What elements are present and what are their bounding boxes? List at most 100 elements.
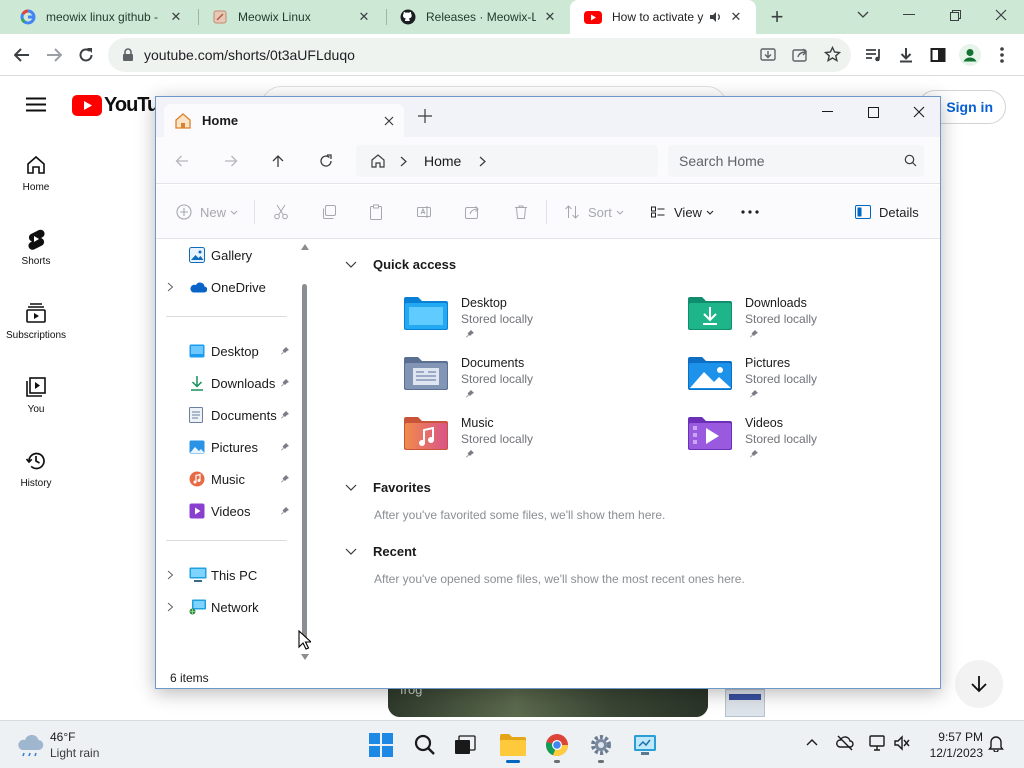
quick-access-item[interactable]: Desktop Stored locally [404, 296, 654, 352]
quick-access-header[interactable]: Quick access [345, 257, 456, 272]
view-button[interactable]: View [650, 200, 714, 224]
yt-side-you[interactable]: You [0, 376, 72, 415]
chevron-up-icon[interactable] [806, 738, 818, 746]
quick-access-item[interactable]: Pictures Stored locally [688, 356, 938, 412]
chevron-right-icon[interactable] [167, 570, 174, 580]
file-explorer-taskbar-button[interactable] [497, 729, 529, 763]
quick-access-item[interactable]: Music Stored locally [404, 416, 654, 472]
task-view-button[interactable] [449, 729, 481, 761]
quick-access-item[interactable]: Downloads Stored locally [688, 296, 938, 352]
nav-videos[interactable]: Videos [156, 498, 298, 524]
address-breadcrumb[interactable]: Home [356, 145, 658, 177]
hamburger-menu-icon[interactable] [26, 97, 46, 112]
display-icon[interactable] [869, 734, 887, 752]
settings-taskbar-button[interactable] [585, 729, 617, 763]
forward-arrow-icon[interactable] [219, 149, 243, 173]
nav-pictures[interactable]: Pictures [156, 434, 298, 460]
close-tab-icon[interactable] [374, 116, 404, 126]
video-thumbnail[interactable]: frog [388, 686, 708, 717]
search-button[interactable] [409, 729, 441, 761]
media-controls-icon[interactable] [858, 39, 890, 71]
nav-scrollbar[interactable] [301, 240, 309, 667]
delete-icon[interactable] [513, 200, 529, 224]
breadcrumb-home[interactable]: Home [424, 153, 461, 169]
nav-downloads[interactable]: Downloads [156, 370, 298, 396]
browser-menu-icon[interactable] [986, 39, 1018, 71]
download-icon[interactable] [890, 39, 922, 71]
pin-icon[interactable] [280, 506, 290, 516]
control-panel-taskbar-button[interactable] [629, 729, 661, 761]
minimize-icon[interactable] [886, 0, 932, 30]
more-options-icon[interactable] [741, 200, 759, 224]
nav-documents[interactable]: Documents [156, 402, 298, 428]
pin-icon[interactable] [280, 410, 290, 420]
pin-icon[interactable] [280, 378, 290, 388]
refresh-icon[interactable] [314, 149, 338, 173]
install-icon[interactable] [760, 47, 776, 63]
sort-button[interactable]: Sort [564, 200, 624, 224]
nav-gallery[interactable]: Gallery [156, 242, 298, 268]
scroll-up-icon[interactable] [301, 244, 309, 250]
yt-side-shorts[interactable]: Shorts [0, 228, 72, 267]
nav-this-pc[interactable]: This PC [156, 562, 298, 588]
next-video-button[interactable] [955, 660, 1003, 708]
nav-network[interactable]: Network [156, 594, 298, 620]
close-window-icon[interactable] [978, 0, 1024, 30]
scroll-thumb[interactable] [302, 284, 307, 644]
weather-widget[interactable]: 46°F Light rain [14, 729, 99, 761]
cut-icon[interactable] [273, 200, 289, 224]
back-arrow-icon[interactable] [6, 39, 38, 71]
yt-side-subscriptions[interactable]: Subscriptions [0, 302, 72, 341]
share-icon[interactable] [464, 200, 480, 224]
recent-header[interactable]: Recent [345, 544, 416, 559]
clock[interactable]: 9:57 PM 12/1/2023 [919, 729, 983, 761]
address-bar[interactable]: youtube.com/shorts/0t3aUFLduqo [108, 38, 851, 72]
bookmark-star-icon[interactable] [824, 46, 841, 63]
minimize-icon[interactable] [804, 97, 850, 127]
browser-tab[interactable]: meowix linux github - ✕ [6, 0, 196, 34]
new-tab-button[interactable]: + [761, 1, 793, 33]
explorer-tab-home[interactable]: Home [164, 104, 404, 137]
pin-icon[interactable] [280, 474, 290, 484]
new-tab-icon[interactable] [418, 109, 432, 123]
notification-bell-icon[interactable] [988, 734, 1004, 752]
chevron-right-icon[interactable] [167, 282, 174, 292]
reload-icon[interactable] [70, 39, 102, 71]
yt-side-history[interactable]: History [0, 450, 72, 489]
up-arrow-icon[interactable] [266, 149, 290, 173]
back-arrow-icon[interactable] [170, 149, 194, 173]
copy-icon[interactable] [321, 200, 337, 224]
search-box[interactable]: Search Home [668, 145, 924, 177]
pin-icon[interactable] [280, 346, 290, 356]
tune-icon[interactable] [122, 48, 134, 62]
nav-music[interactable]: Music [156, 466, 298, 492]
close-tab-icon[interactable]: ✕ [728, 9, 744, 25]
pin-icon[interactable] [280, 442, 290, 452]
chevron-right-icon[interactable] [400, 156, 407, 167]
profile-avatar-icon[interactable] [954, 39, 986, 71]
forward-arrow-icon[interactable] [38, 39, 70, 71]
video-thumbnail-small[interactable] [725, 689, 765, 717]
tab-search-icon[interactable] [840, 0, 886, 30]
new-button[interactable]: New [176, 200, 238, 224]
browser-tab[interactable]: Meowix Linux ✕ [198, 0, 384, 34]
volume-muted-icon[interactable] [893, 734, 911, 752]
close-tab-icon[interactable]: ✕ [542, 9, 558, 25]
start-button[interactable] [365, 729, 397, 761]
quick-access-item[interactable]: Documents Stored locally [404, 356, 654, 412]
close-tab-icon[interactable]: ✕ [356, 9, 372, 25]
quick-access-item[interactable]: Videos Stored locally [688, 416, 938, 472]
scroll-down-icon[interactable] [301, 654, 309, 660]
paste-icon[interactable] [368, 200, 384, 224]
nav-desktop[interactable]: Desktop [156, 338, 298, 364]
close-window-icon[interactable] [896, 97, 942, 127]
favorites-header[interactable]: Favorites [345, 480, 431, 495]
share-icon[interactable] [792, 47, 808, 63]
close-tab-icon[interactable]: ✕ [168, 9, 184, 25]
browser-tab-active[interactable]: How to activate y ✕ [570, 0, 756, 34]
speaker-icon[interactable] [708, 10, 722, 24]
chevron-right-icon[interactable] [479, 156, 487, 167]
maximize-icon[interactable] [850, 97, 896, 127]
rename-icon[interactable] [416, 200, 432, 224]
home-icon[interactable] [370, 153, 386, 169]
